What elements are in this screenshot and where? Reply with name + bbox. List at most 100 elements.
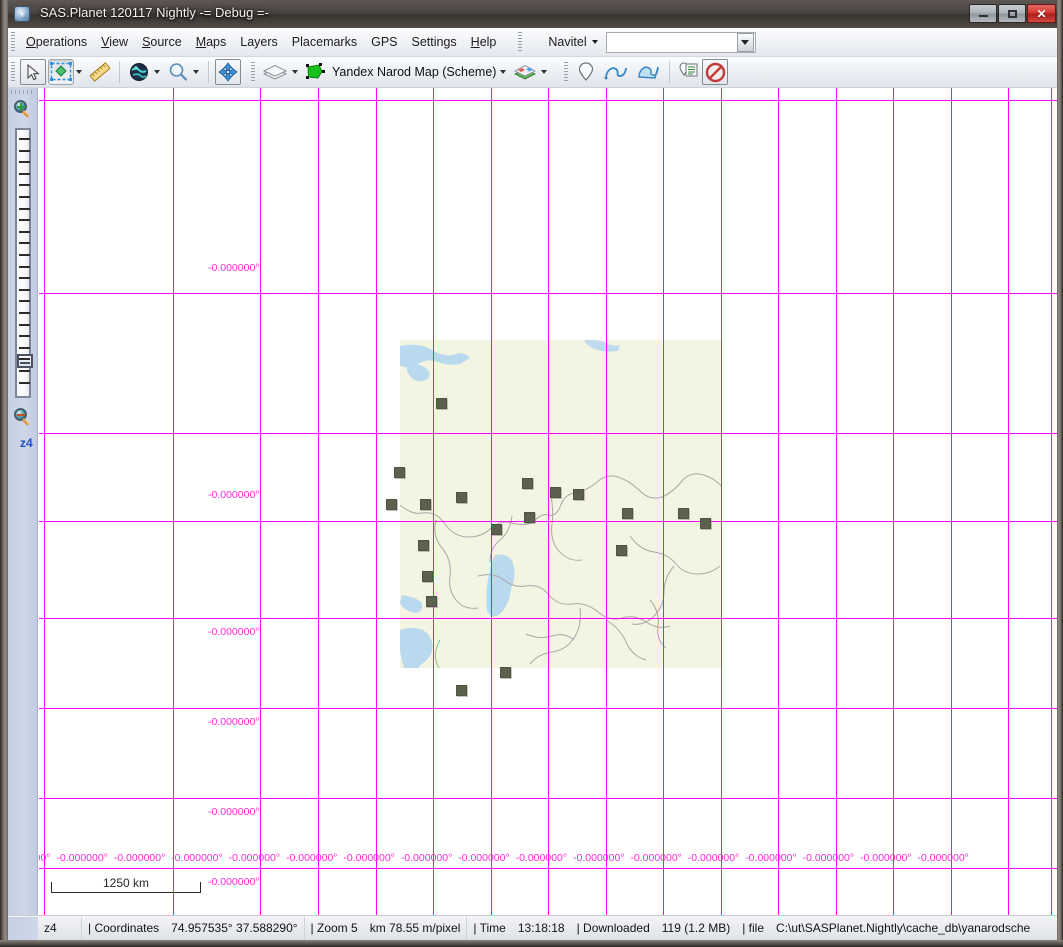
- status-file-value: C:\ut\SASPlanet.Nightly\cache_db\yanarod…: [770, 917, 1036, 940]
- add-placemark-button[interactable]: [573, 59, 599, 85]
- magnifier-minus-icon[interactable]: [14, 408, 32, 426]
- navitel-combobox-arrow[interactable]: [737, 33, 754, 52]
- tile-marker[interactable]: [456, 492, 467, 503]
- menu-operations[interactable]: Operations: [19, 31, 94, 53]
- fullscreen-arrows-icon: [218, 62, 238, 82]
- cancel-operation-button[interactable]: [702, 59, 728, 85]
- menu-settings[interactable]: Settings: [405, 31, 464, 53]
- navitel-combobox[interactable]: [606, 32, 756, 53]
- tile-marker[interactable]: [700, 518, 711, 529]
- map-panel: z4 -0.000000°-0.000000°-0.000000°-0.0000…: [8, 88, 1057, 915]
- chevron-down-icon[interactable]: [592, 40, 598, 44]
- zoom-sidebar-drag-handle[interactable]: [11, 90, 35, 94]
- menu-placemarks[interactable]: Placemarks: [285, 31, 364, 53]
- toolbar-drag-handle-3[interactable]: [563, 62, 570, 83]
- grid-line-horizontal: [39, 798, 1057, 799]
- map-canvas[interactable]: -0.000000° -0.000000° -0.000000° -0.000000°…: [39, 88, 1057, 915]
- tile-marker[interactable]: [500, 667, 511, 678]
- map-layers-tool-button[interactable]: [511, 59, 539, 85]
- tile-marker[interactable]: [550, 487, 561, 498]
- menubar-drag-handle[interactable]: [10, 32, 17, 53]
- tile-marker[interactable]: [616, 545, 627, 556]
- zoom-slider-tick: [19, 231, 30, 233]
- close-button[interactable]: ✕: [1027, 4, 1056, 23]
- minimize-button[interactable]: [969, 4, 997, 23]
- globe-tool-dropdown-caret[interactable]: [154, 70, 160, 74]
- window-border-left: [0, 0, 8, 947]
- toolbar-drag-handle-2[interactable]: [250, 62, 257, 83]
- selection-tool-dropdown-caret[interactable]: [76, 70, 82, 74]
- app-globe-icon: [14, 6, 30, 22]
- active-map-dropdown-caret[interactable]: [500, 70, 506, 74]
- zoom-slider[interactable]: [15, 128, 31, 398]
- menu-maps[interactable]: Maps: [189, 31, 234, 53]
- tile-marker[interactable]: [524, 512, 535, 523]
- tile-marker[interactable]: [422, 571, 433, 582]
- grid-line-vertical: [1008, 88, 1009, 915]
- placemark-pin-icon: [577, 61, 595, 83]
- add-polygon-button[interactable]: [633, 59, 663, 85]
- menu-source[interactable]: Source: [135, 31, 189, 53]
- grid-line-vertical: [173, 88, 174, 915]
- tile-marker[interactable]: [678, 508, 689, 519]
- menu-view[interactable]: View: [94, 31, 135, 53]
- cache-layer-tool-button[interactable]: [260, 59, 290, 85]
- magnifier-plus-icon[interactable]: [14, 100, 32, 118]
- grid-label-longitude: -0.000000°: [803, 852, 855, 864]
- toolbar-separator-1: [119, 61, 120, 83]
- fullscreen-tool-button[interactable]: [215, 59, 241, 85]
- grid-line-vertical: [318, 88, 319, 915]
- zoom-tool-button[interactable]: [165, 59, 191, 85]
- active-map-name[interactable]: Yandex Narod Map (Scheme): [332, 65, 496, 79]
- grid-line-vertical: [951, 88, 952, 915]
- toolbar-drag-handle-1[interactable]: [10, 62, 17, 83]
- menu-help[interactable]: Help: [464, 31, 504, 53]
- navitel-toolbar-drag-handle[interactable]: [517, 32, 524, 53]
- tile-marker[interactable]: [418, 540, 429, 551]
- zoom-sidebar: z4: [8, 88, 38, 915]
- zoom-slider-tick: [19, 289, 30, 291]
- ruler-tool-button[interactable]: [87, 59, 113, 85]
- grid-line-horizontal: [39, 100, 1057, 101]
- title-bar: SAS.Planet 120117 Nightly -= Debug =- ✕: [0, 0, 1063, 28]
- polygon-region-icon: [635, 62, 661, 82]
- grid-label-longitude: -0.000000°: [860, 852, 912, 864]
- add-path-button[interactable]: [601, 59, 631, 85]
- grid-label-longitude: -0.000000°: [917, 852, 969, 864]
- map-layers-dropdown-caret[interactable]: [541, 70, 547, 74]
- tile-marker[interactable]: [573, 489, 584, 500]
- grid-label-longitude: -0.000000°: [171, 852, 223, 864]
- status-zoom-cell: z4: [38, 917, 82, 940]
- grid-label-longitude: -0.000000°: [573, 852, 625, 864]
- navitel-label[interactable]: Navitel: [548, 35, 586, 49]
- grid-label-longitude: -0.000000°: [343, 852, 395, 864]
- rectangle-selection-tool-button[interactable]: [48, 59, 74, 85]
- menu-layers[interactable]: Layers: [233, 31, 285, 53]
- maximize-button[interactable]: [998, 4, 1026, 23]
- tile-marker[interactable]: [491, 524, 502, 535]
- tile-marker[interactable]: [456, 685, 467, 696]
- zoom-tool-dropdown-caret[interactable]: [193, 70, 199, 74]
- tile-marker[interactable]: [420, 499, 431, 510]
- tile-marker[interactable]: [622, 508, 633, 519]
- path-line-icon: [603, 62, 629, 82]
- cursor-arrow-tool-button[interactable]: [20, 59, 46, 85]
- tile-marker[interactable]: [436, 398, 447, 409]
- tile-marker[interactable]: [386, 499, 397, 510]
- tile-marker[interactable]: [394, 467, 405, 478]
- zoom-slider-handle[interactable]: [17, 354, 33, 368]
- zoom-slider-tick: [19, 208, 30, 210]
- toolbar-separator-2: [208, 61, 209, 83]
- menu-gps[interactable]: GPS: [364, 31, 404, 53]
- zoom-level-label: z4: [20, 436, 33, 450]
- globe-tool-button[interactable]: [126, 59, 152, 85]
- cache-layer-dropdown-caret[interactable]: [292, 70, 298, 74]
- grid-line-horizontal: [39, 521, 1057, 522]
- application-window: SAS.Planet 120117 Nightly -= Debug =- ✕ …: [0, 0, 1063, 947]
- tile-marker[interactable]: [522, 478, 533, 489]
- tile-marker[interactable]: [426, 596, 437, 607]
- map-selection-tool-button[interactable]: [303, 59, 327, 85]
- placemark-list-button[interactable]: [676, 59, 700, 85]
- grid-label-latitude: -0.000000°: [208, 716, 260, 728]
- main-toolbar: Yandex Narod Map (Scheme): [8, 57, 1057, 88]
